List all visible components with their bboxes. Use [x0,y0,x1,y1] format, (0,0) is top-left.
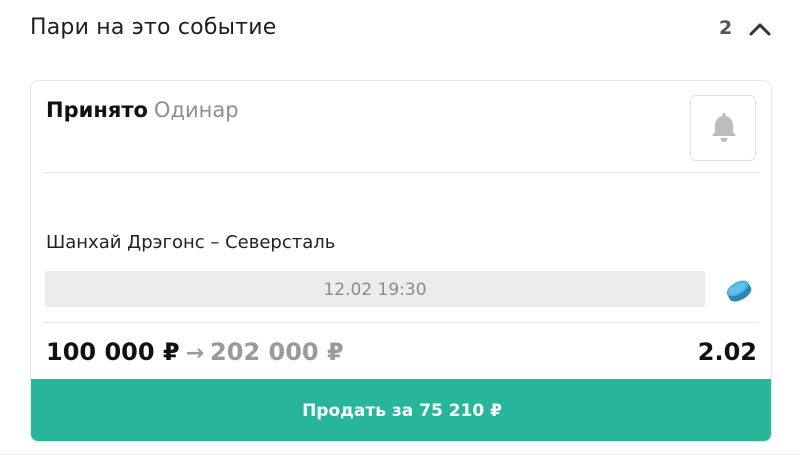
arrow-right-icon: → [185,341,205,366]
bet-type: Одинар [153,98,239,122]
event-name: Шанхай Дрэгонс – Северсталь [46,232,336,253]
bell-icon [712,113,736,142]
hockey-puck-icon [723,275,755,311]
bet-card: Принято Одинар Шанхай Дрэгонс – Северстал… [30,80,772,442]
divider [43,172,759,173]
potential-payout: 202 000 ₽ [210,338,344,366]
divider [0,454,800,455]
bets-count: 2 [719,17,733,39]
stake-line: 100 000 ₽ → 202 000 ₽ [46,338,344,366]
bets-on-event-panel: Пари на это событие 2 Принято Одинар Шанх… [0,0,800,467]
event-datetime-bar: 12.02 19:30 [45,271,705,307]
stake-amount: 100 000 ₽ [46,338,180,366]
odds-value: 2.02 [697,338,757,366]
event-datetime: 12.02 19:30 [323,280,427,300]
chevron-up-icon[interactable] [745,14,775,44]
notification-button[interactable] [690,95,756,161]
section-header: Пари на это событие 2 [0,0,800,58]
divider [43,322,759,323]
section-title: Пари на это событие [30,15,277,40]
bet-status-line: Принято Одинар [46,98,239,122]
sell-bet-button[interactable]: Продать за 75 210 ₽ [31,379,771,441]
bet-status: Принято [46,98,148,122]
